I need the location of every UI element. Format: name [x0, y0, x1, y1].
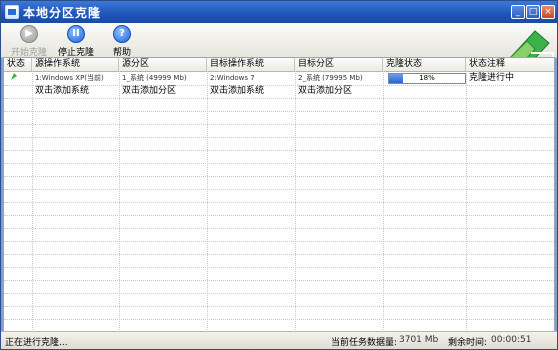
source-os-cell: 1:Windows XP(当前): [35, 74, 104, 82]
partition-table: 状态 源操作系统 源分区 目标操作系统 目标分区 克隆状态 状态注释 1:Win…: [3, 57, 555, 333]
title-bar[interactable]: 本地分区克隆 _ □ ×: [1, 1, 557, 23]
status-text: 正在进行克隆...: [5, 338, 68, 348]
pause-icon: II: [67, 25, 85, 43]
cloning-state-icon: [11, 73, 17, 80]
task-size-value: 3701 Mb: [399, 335, 439, 345]
target-os-cell: 2:Windows 7: [210, 74, 255, 82]
target-partition-cell: 2_系统 (79995 Mb): [298, 74, 363, 82]
close-button[interactable]: ×: [541, 5, 555, 19]
progress-percent: 18%: [419, 74, 435, 82]
window-title: 本地分区克隆: [23, 6, 102, 20]
col-source-os[interactable]: 源操作系统: [32, 58, 119, 71]
col-status-note[interactable]: 状态注释: [466, 58, 554, 71]
clone-progress-bar: 18%: [388, 73, 466, 84]
app-icon: [5, 5, 19, 19]
col-clone-status[interactable]: 克隆状态: [383, 58, 466, 71]
play-icon: ▶: [20, 25, 38, 43]
remaining-time-label: 剩余时间:: [448, 338, 488, 348]
add-source-os-cell[interactable]: 双击添加系统: [32, 85, 119, 98]
start-clone-button[interactable]: ▶ 开始克隆: [7, 24, 51, 58]
help-button[interactable]: ? 帮助: [109, 24, 135, 58]
col-state[interactable]: 状态: [4, 58, 32, 71]
help-icon: ?: [113, 25, 131, 43]
minimize-button[interactable]: _: [511, 5, 525, 19]
maximize-button[interactable]: □: [526, 5, 540, 19]
col-target-partition[interactable]: 目标分区: [295, 58, 383, 71]
add-target-os-cell[interactable]: 双击添加系统: [207, 85, 295, 98]
table-header: 状态 源操作系统 源分区 目标操作系统 目标分区 克隆状态 状态注释: [4, 58, 554, 72]
task-size-label: 当前任务数据量:: [331, 338, 398, 348]
status-note-cell: 克隆进行中: [469, 73, 515, 83]
status-bar: 正在进行克隆... 当前任务数据量: 3701 Mb 剩余时间: 00:00:5…: [1, 331, 557, 349]
source-partition-cell: 1_系统 (49999 Mb): [122, 74, 187, 82]
toolbar: ▶ 开始克隆 II 停止克隆 ? 帮助: [1, 23, 557, 78]
remaining-time-value: 00:00:51: [491, 335, 532, 345]
stop-clone-button[interactable]: II 停止克隆: [55, 24, 97, 58]
col-target-os[interactable]: 目标操作系统: [207, 58, 295, 71]
app-window: 本地分区克隆 _ □ × ▶ 开始克隆 II 停止克隆 ? 帮助 状态 源操作系…: [0, 0, 558, 350]
add-source-partition-cell[interactable]: 双击添加分区: [119, 85, 207, 98]
col-source-partition[interactable]: 源分区: [119, 58, 207, 71]
add-target-partition-cell[interactable]: 双击添加分区: [295, 85, 383, 98]
